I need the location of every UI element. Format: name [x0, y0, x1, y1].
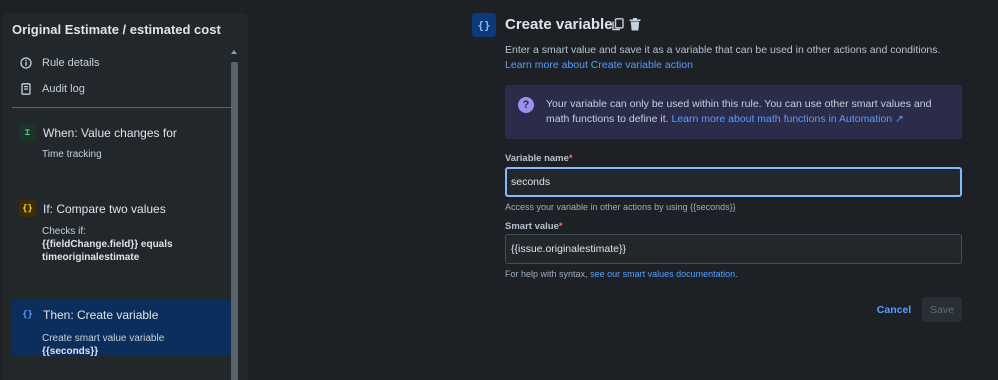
step-title: Then: Create variable — [43, 307, 159, 322]
step-detail: Time tracking — [42, 149, 102, 160]
label-text: Variable name — [505, 153, 569, 164]
label-text: Smart value — [505, 221, 559, 232]
required-indicator: * — [568, 153, 573, 164]
question-circle-icon: ? — [518, 97, 534, 113]
info-icon — [19, 56, 33, 70]
page-title: Create variable — [505, 16, 613, 33]
step-trigger[interactable]: ⌶ When: Value changes for Time tracking — [19, 124, 234, 161]
smart-value-help: For help with syntax, see our smart valu… — [505, 269, 738, 279]
cancel-button[interactable]: Cancel — [874, 299, 914, 321]
step-detail: Checks if: — [42, 226, 86, 237]
document-icon — [19, 82, 33, 96]
step-action-selected[interactable]: {} Then: Create variable Create smart va… — [12, 300, 236, 358]
trigger-icon: ⌶ — [19, 124, 36, 141]
description: Enter a smart value and save it as a var… — [505, 43, 965, 73]
smart-value-input[interactable]: {{issue.originalestimate}} — [505, 234, 962, 264]
trash-icon[interactable] — [629, 18, 641, 31]
info-panel: ? Your variable can only be used within … — [505, 85, 962, 139]
required-indicator: * — [558, 221, 563, 232]
nav-label: Audit log — [42, 83, 85, 95]
save-button[interactable]: Save — [922, 297, 962, 322]
action-braces-icon: {} — [22, 309, 33, 320]
step-detail-bold: timeoriginalestimate — [42, 252, 140, 263]
nav-rule-details[interactable]: Rule details — [19, 53, 99, 73]
nav-audit-log[interactable]: Audit log — [19, 79, 85, 99]
scrollbar-thumb[interactable] — [231, 62, 238, 380]
input-value: {{issue.originalestimate}} — [511, 243, 626, 255]
step-title: If: Compare two values — [43, 201, 166, 216]
nav-divider — [12, 107, 235, 108]
variable-name-input[interactable]: seconds — [505, 167, 962, 197]
input-value: seconds — [511, 176, 551, 188]
nav-label: Rule details — [42, 57, 100, 69]
rule-steps-list: Rule details Audit log ⌶ When: Value cha… — [9, 48, 242, 380]
step-detail-bold: {{seconds}} — [42, 346, 99, 357]
copy-icon[interactable] — [612, 18, 624, 31]
rule-title: Original Estimate / estimated cost — [12, 22, 221, 37]
scrollbar[interactable] — [229, 48, 241, 380]
scroll-up-arrow-icon[interactable] — [231, 50, 237, 54]
help-text: For help with syntax, — [505, 269, 588, 279]
step-condition[interactable]: {} If: Compare two values Checks if: {{f… — [19, 200, 234, 264]
create-variable-braces-icon: {} — [472, 13, 496, 37]
step-title: When: Value changes for — [43, 125, 177, 140]
variable-name-help: Access your variable in other actions by… — [505, 202, 736, 212]
learn-more-create-variable-link[interactable]: Learn more about Create variable action — [505, 59, 693, 71]
step-detail-bold: {{fieldChange.field}} equals — [42, 239, 173, 250]
learn-more-math-functions-link[interactable]: Learn more about math functions in Autom… — [672, 113, 904, 125]
smart-values-docs-link[interactable]: see our smart values documentation. — [590, 269, 738, 279]
variable-name-label: Variable name* — [505, 153, 573, 164]
step-action: {} Then: Create variable Create smart va… — [19, 306, 234, 358]
info-message: Your variable can only be used within th… — [546, 97, 946, 127]
description-text: Enter a smart value and save it as a var… — [505, 44, 941, 56]
condition-braces-icon: {} — [19, 200, 36, 217]
step-detail: Create smart value variable — [42, 333, 165, 344]
smart-value-label: Smart value* — [505, 221, 563, 232]
